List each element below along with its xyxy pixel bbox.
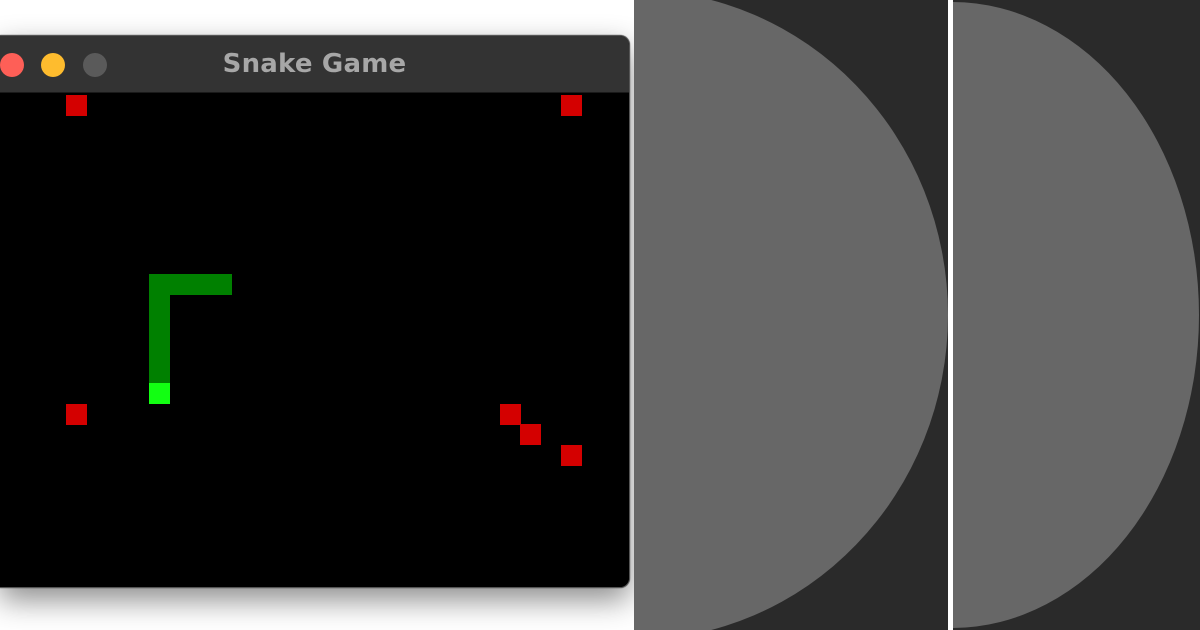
snake-game-window: Snake Game: [0, 35, 630, 588]
snake-head: [149, 383, 170, 404]
game-board[interactable]: [0, 93, 629, 587]
half-circle-shape: [953, 2, 1199, 628]
food-pellet: [66, 404, 87, 425]
thumbnail-panel-2: [953, 0, 1200, 630]
food-pellet: [66, 95, 87, 116]
window-titlebar[interactable]: Snake Game: [0, 36, 629, 93]
food-pellet: [561, 95, 582, 116]
half-circle-shape: [634, 0, 948, 630]
window-title: Snake Game: [222, 49, 407, 79]
thumbnail-panel-1: [634, 0, 948, 630]
food-pellet: [520, 424, 541, 445]
food-pellet: [561, 445, 582, 466]
food-pellet: [500, 404, 521, 425]
screen: Snake Game: [0, 0, 1200, 630]
